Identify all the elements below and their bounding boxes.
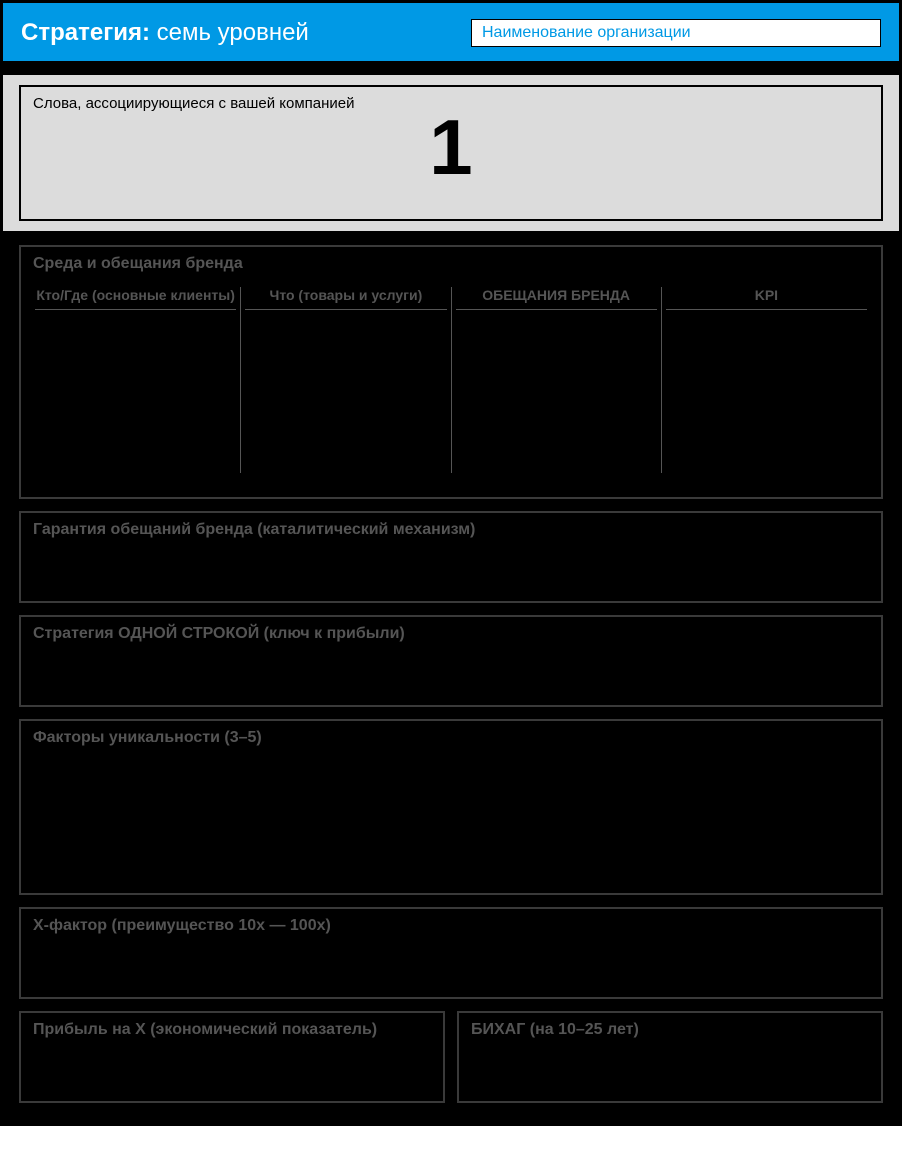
page-title: Стратегия: семь уровней — [21, 19, 309, 47]
words-section: Слова, ассоциирующиеся с вашей компанией… — [3, 75, 899, 231]
env-col-label: ОБЕЩАНИЯ БРЕНДА — [456, 287, 657, 310]
x-factor-title: Х-фактор (преимущество 10х — 100х) — [21, 909, 881, 943]
brand-guarantee-title: Гарантия обещаний бренда (каталитический… — [21, 513, 881, 547]
title-rest: семь уровней — [150, 19, 309, 46]
x-factor-panel[interactable]: Х-фактор (преимущество 10х — 100х) — [19, 907, 883, 999]
bhag-panel[interactable]: БИХАГ (на 10–25 лет) — [457, 1011, 883, 1103]
env-col-kpi[interactable]: KPI — [662, 281, 871, 473]
uniqueness-factors-title: Факторы уникальности (3–5) — [21, 721, 881, 755]
words-panel[interactable]: Слова, ассоциирующиеся с вашей компанией… — [19, 85, 883, 221]
organization-name-input[interactable] — [471, 19, 881, 47]
brand-environment-title: Среда и обещания бренда — [21, 247, 881, 281]
one-line-strategy-panel[interactable]: Стратегия ОДНОЙ СТРОКОЙ (ключ к прибыли) — [19, 615, 883, 707]
env-col-label: Кто/Где (основные клиенты) — [35, 287, 236, 310]
uniqueness-factors-panel[interactable]: Факторы уникальности (3–5) — [19, 719, 883, 895]
one-line-strategy-title: Стратегия ОДНОЙ СТРОКОЙ (ключ к прибыли) — [21, 617, 881, 651]
env-col-brand-promise[interactable]: ОБЕЩАНИЯ БРЕНДА — [452, 281, 661, 473]
env-col-label: Что (товары и услуги) — [245, 287, 446, 310]
profit-per-x-panel[interactable]: Прибыль на Х (экономический показатель) — [19, 1011, 445, 1103]
title-bold: Стратегия: — [21, 19, 150, 46]
env-col-who-where[interactable]: Кто/Где (основные клиенты) — [31, 281, 240, 473]
brand-environment-columns: Кто/Где (основные клиенты) Что (товары и… — [21, 281, 881, 473]
profit-per-x-title: Прибыль на Х (экономический показатель) — [21, 1013, 443, 1047]
env-col-what[interactable]: Что (товары и услуги) — [241, 281, 450, 473]
env-col-label: KPI — [666, 287, 867, 310]
brand-environment-panel[interactable]: Среда и обещания бренда Кто/Где (основны… — [19, 245, 883, 499]
brand-guarantee-panel[interactable]: Гарантия обещаний бренда (каталитический… — [19, 511, 883, 603]
header-bar: Стратегия: семь уровней — [3, 3, 899, 61]
strategy-worksheet: Стратегия: семь уровней Слова, ассоцииру… — [0, 0, 902, 1126]
bottom-row: Прибыль на Х (экономический показатель) … — [19, 1011, 883, 1103]
worksheet-body: Среда и обещания бренда Кто/Где (основны… — [3, 231, 899, 1123]
header-divider — [3, 61, 899, 75]
bhag-title: БИХАГ (на 10–25 лет) — [459, 1013, 881, 1047]
level-number: 1 — [429, 102, 472, 193]
